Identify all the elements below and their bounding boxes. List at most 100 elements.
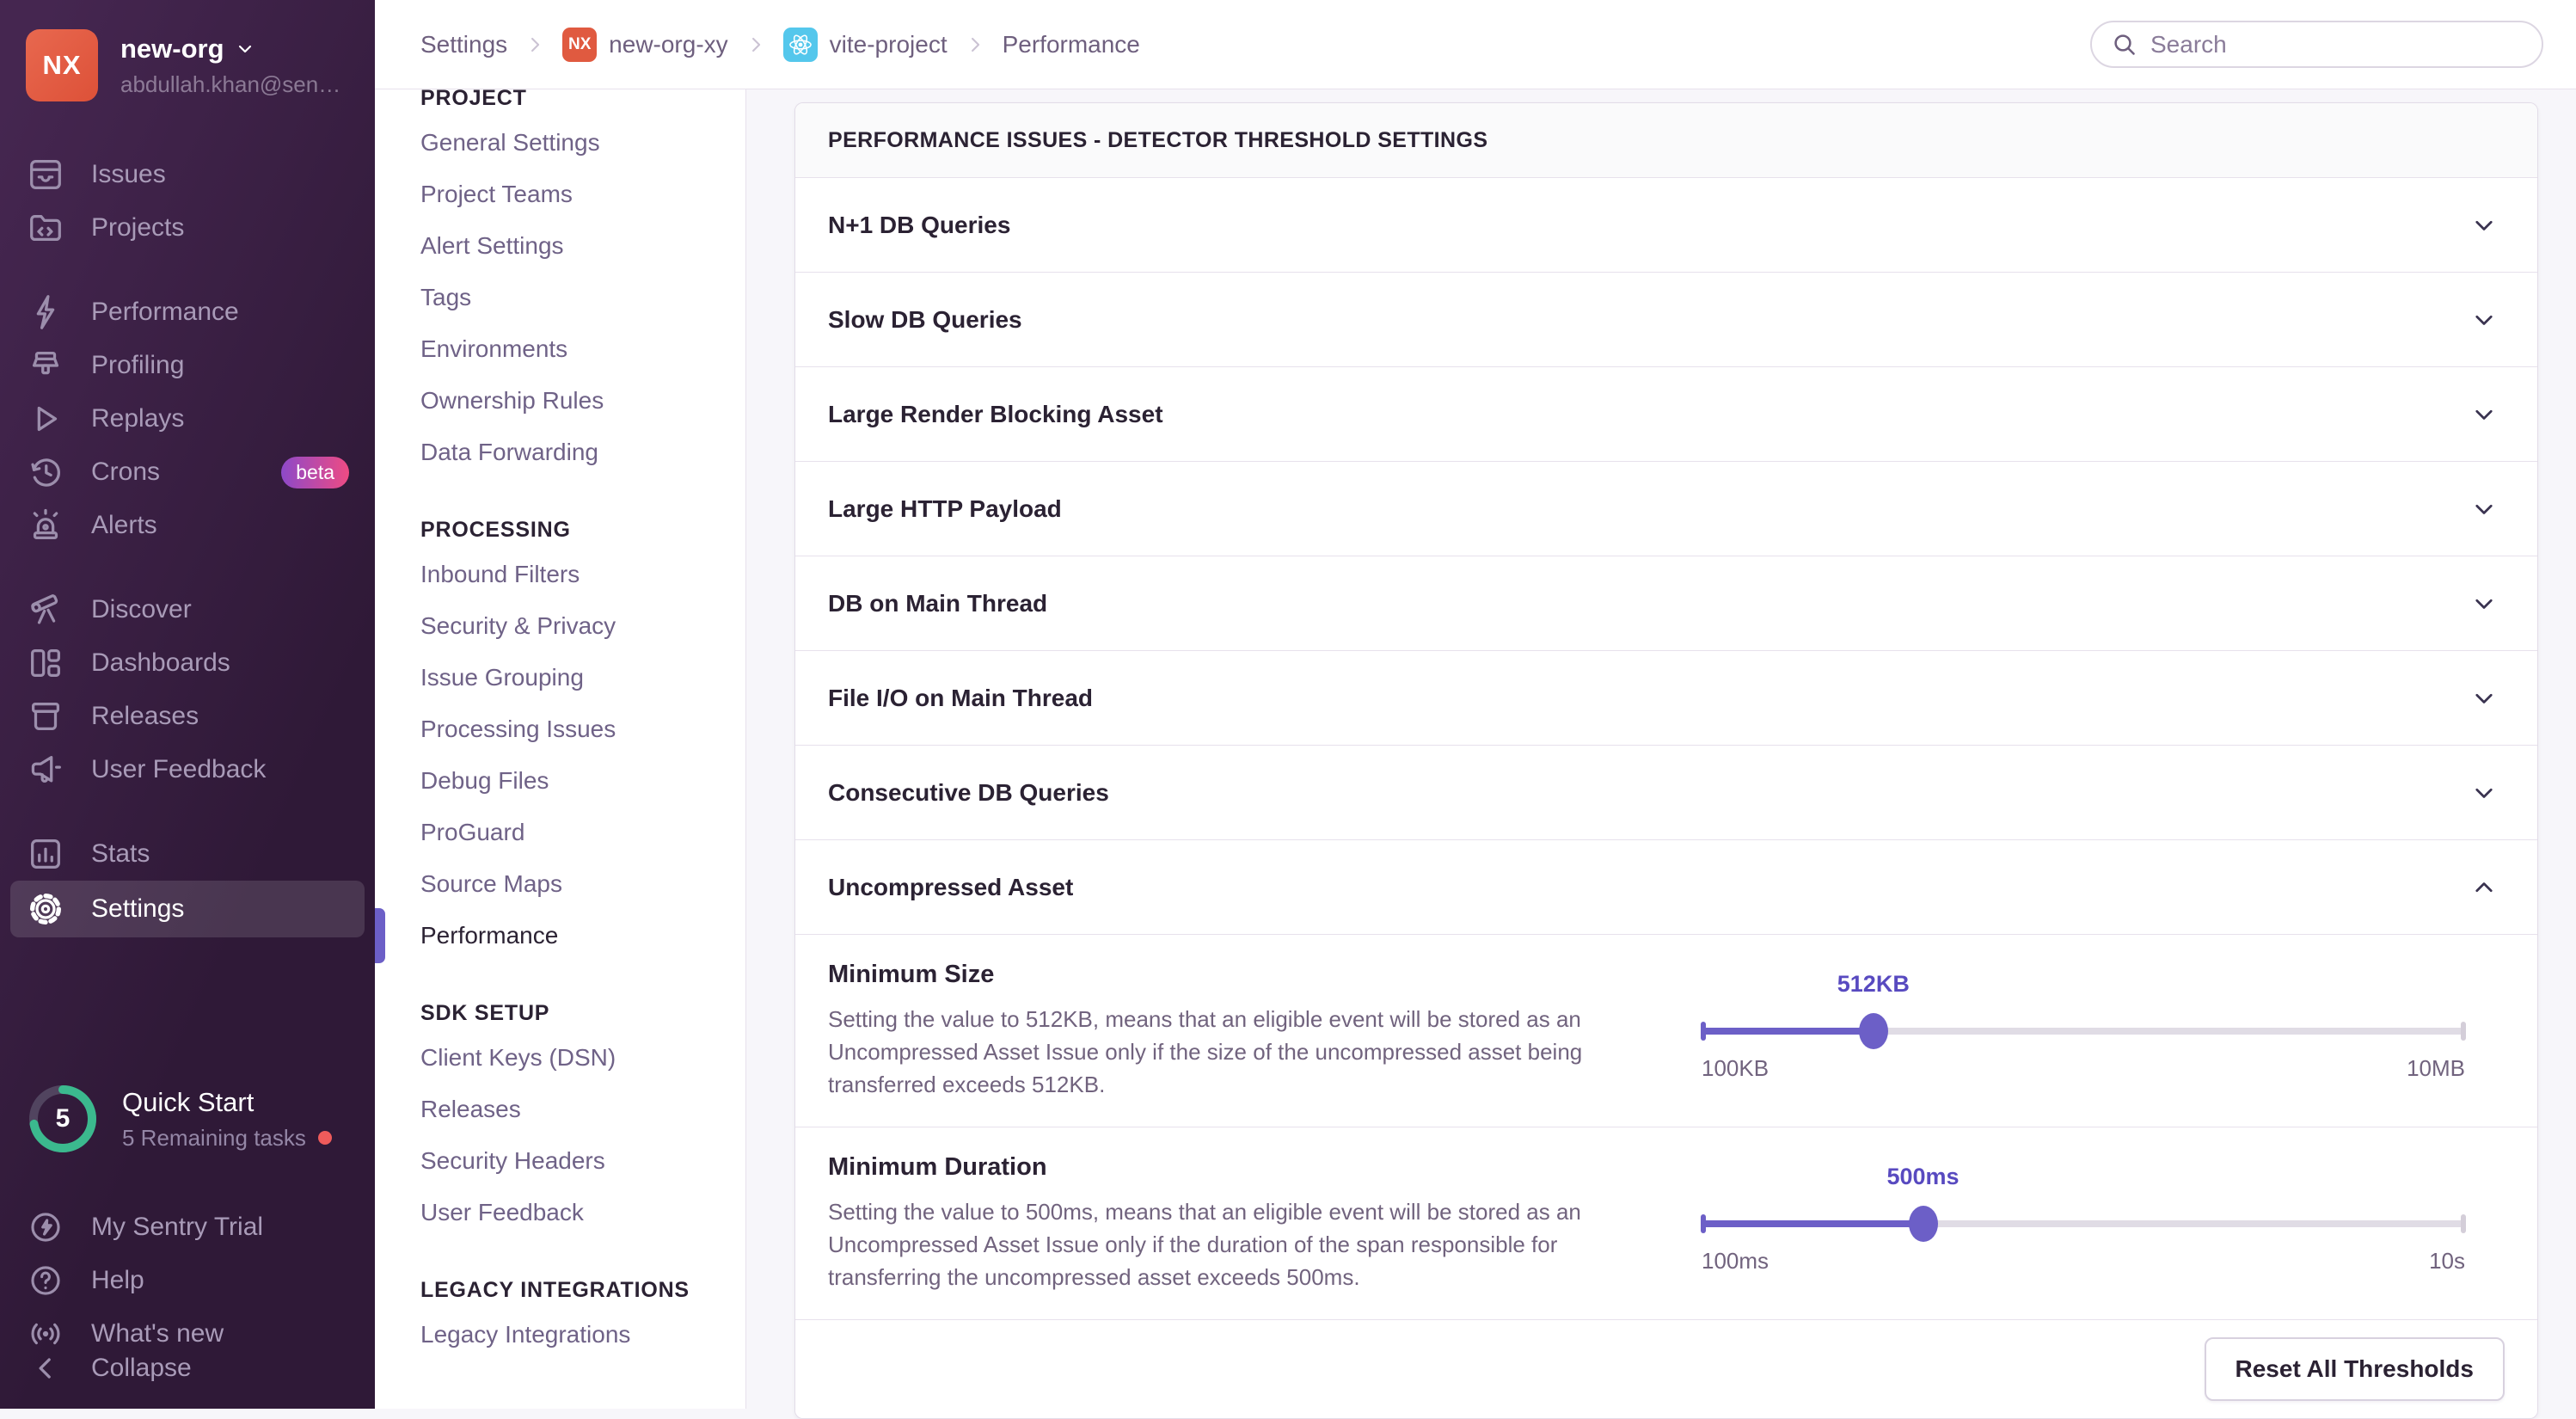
- slider-value-label: 512KB: [1837, 971, 1910, 998]
- detector-label: DB on Main Thread: [828, 590, 1047, 617]
- detector-row-file-io-on-main-thread[interactable]: File I/O on Main Thread: [795, 651, 2537, 746]
- sidebar-item-profiling[interactable]: Profiling: [0, 339, 375, 392]
- slider-min-cap: [1701, 1214, 1706, 1233]
- clock-icon: [26, 452, 65, 492]
- breadcrumb: Settings NX new-org-xy: [420, 28, 1140, 62]
- nav-section-heading: PROCESSING: [420, 511, 745, 549]
- detector-row-consecutive-db-queries[interactable]: Consecutive DB Queries: [795, 746, 2537, 840]
- sidebar-item-discover[interactable]: Discover: [0, 583, 375, 636]
- slider-handle[interactable]: [1909, 1206, 1938, 1242]
- sidebar-item-my-sentry-trial[interactable]: My Sentry Trial: [0, 1201, 375, 1254]
- nav-item-debug-files[interactable]: Debug Files: [420, 755, 745, 807]
- sidebar-item-label: Alerts: [91, 511, 157, 540]
- detector-row-large-http-payload[interactable]: Large HTTP Payload: [795, 462, 2537, 556]
- sidebar-item-label: Profiling: [91, 351, 184, 380]
- sidebar-group-footer: My Sentry Trial Help What's new: [0, 1201, 375, 1361]
- nav-item-issue-grouping[interactable]: Issue Grouping: [420, 652, 745, 703]
- nav-section-heading: PROJECT: [420, 89, 745, 117]
- gear-icon: [26, 889, 65, 929]
- sidebar-item-alerts[interactable]: Alerts: [0, 499, 375, 552]
- detector-row-n-plus-one-db-queries[interactable]: N+1 DB Queries: [795, 178, 2537, 273]
- global-search[interactable]: [2090, 21, 2543, 68]
- nav-item-processing-issues[interactable]: Processing Issues: [420, 703, 745, 755]
- sidebar-item-label: Replays: [91, 404, 184, 433]
- breadcrumb-label: vite-project: [830, 31, 948, 58]
- slider-max-cap: [2461, 1214, 2466, 1233]
- detector-row-large-render-blocking-asset[interactable]: Large Render Blocking Asset: [795, 367, 2537, 462]
- notification-dot: [318, 1131, 332, 1145]
- nav-section-heading: LEGACY INTEGRATIONS: [420, 1271, 745, 1309]
- nav-item-project-teams[interactable]: Project Teams: [420, 169, 745, 220]
- nav-item-inbound-filters[interactable]: Inbound Filters: [420, 549, 745, 600]
- sidebar-item-label: Dashboards: [91, 648, 230, 678]
- org-name: new-org: [120, 34, 224, 64]
- nav-item-proguard[interactable]: ProGuard: [420, 807, 745, 858]
- sidebar-item-issues[interactable]: Issues: [0, 148, 375, 201]
- detector-row-uncompressed-asset[interactable]: Uncompressed Asset: [795, 840, 2537, 935]
- slider-track[interactable]: [1702, 1028, 2465, 1035]
- nav-item-legacy-integrations[interactable]: Legacy Integrations: [420, 1309, 745, 1361]
- nav-item-environments[interactable]: Environments: [420, 323, 745, 375]
- detector-row-slow-db-queries[interactable]: Slow DB Queries: [795, 273, 2537, 367]
- active-indicator: [375, 908, 385, 963]
- quick-start[interactable]: 5 Quick Start 5 Remaining tasks: [0, 1082, 375, 1156]
- chevron-up-icon: [2469, 872, 2499, 903]
- breadcrumb-settings[interactable]: Settings: [420, 31, 507, 58]
- nav-item-ownership-rules[interactable]: Ownership Rules: [420, 375, 745, 427]
- nav-item-tags[interactable]: Tags: [420, 272, 745, 323]
- minimum-size-slider: 512KB 100KB 10MB: [1702, 961, 2465, 1101]
- sidebar-item-replays[interactable]: Replays: [0, 392, 375, 445]
- slider-handle[interactable]: [1859, 1013, 1888, 1049]
- breadcrumb-org[interactable]: NX new-org-xy: [562, 28, 727, 62]
- nav-item-security-headers[interactable]: Security Headers: [420, 1135, 745, 1187]
- sidebar-item-performance[interactable]: Performance: [0, 286, 375, 339]
- search-icon: [2111, 31, 2138, 58]
- org-switcher[interactable]: NX new-org abdullah.khan@sen…: [0, 0, 375, 110]
- setting-description: Setting the value to 500ms, means that a…: [828, 1195, 1606, 1293]
- nav-item-data-forwarding[interactable]: Data Forwarding: [420, 427, 745, 478]
- breadcrumb-performance: Performance: [1003, 31, 1140, 58]
- collapse-button[interactable]: Collapse: [0, 1342, 375, 1395]
- reset-all-thresholds-button[interactable]: Reset All Thresholds: [2205, 1337, 2505, 1401]
- chevron-right-icon: [744, 33, 768, 57]
- sidebar-group-issues: Issues Projects: [0, 148, 375, 255]
- sidebar-item-user-feedback[interactable]: User Feedback: [0, 743, 375, 796]
- sidebar-item-stats[interactable]: Stats: [0, 827, 375, 881]
- slider-max-cap: [2461, 1022, 2466, 1041]
- slider-min-label: 100ms: [1702, 1248, 1769, 1275]
- slider-track[interactable]: [1702, 1220, 2465, 1227]
- nav-item-label: Performance: [420, 922, 558, 949]
- sidebar-item-projects[interactable]: Projects: [0, 201, 375, 255]
- setting-label: Minimum Duration: [828, 1153, 1650, 1182]
- sidebar-item-settings[interactable]: Settings: [10, 881, 365, 937]
- nav-item-alert-settings[interactable]: Alert Settings: [420, 220, 745, 272]
- nav-item-user-feedback[interactable]: User Feedback: [420, 1187, 745, 1238]
- telescope-icon: [26, 590, 65, 630]
- profiling-icon: [26, 346, 65, 385]
- detector-row-db-on-main-thread[interactable]: DB on Main Thread: [795, 556, 2537, 651]
- sidebar-group-performance: Performance Profiling Replays Crons b: [0, 286, 375, 552]
- detector-label: Uncompressed Asset: [828, 874, 1073, 901]
- nav-item-source-maps[interactable]: Source Maps: [420, 858, 745, 910]
- primary-sidebar: NX new-org abdullah.khan@sen… Issues: [0, 0, 375, 1409]
- quick-start-progress-ring: 5: [26, 1082, 100, 1156]
- collapse-label: Collapse: [91, 1354, 192, 1383]
- detector-label: Large Render Blocking Asset: [828, 401, 1163, 428]
- breadcrumb-project[interactable]: vite-project: [783, 28, 948, 62]
- nav-item-general-settings[interactable]: General Settings: [420, 117, 745, 169]
- sidebar-item-dashboards[interactable]: Dashboards: [0, 636, 375, 690]
- nav-item-client-keys[interactable]: Client Keys (DSN): [420, 1032, 745, 1084]
- sidebar-item-label: Stats: [91, 839, 150, 869]
- sidebar-item-help[interactable]: Help: [0, 1254, 375, 1307]
- panel-footer: Reset All Thresholds: [795, 1320, 2537, 1418]
- thresholds-panel: PERFORMANCE ISSUES - DETECTOR THRESHOLD …: [794, 102, 2538, 1419]
- sidebar-item-releases[interactable]: Releases: [0, 690, 375, 743]
- nav-item-performance[interactable]: Performance: [420, 910, 745, 961]
- sidebar-item-crons[interactable]: Crons beta: [0, 445, 375, 499]
- nav-item-releases[interactable]: Releases: [420, 1084, 745, 1135]
- search-input[interactable]: [2150, 31, 2533, 58]
- chevron-down-icon: [235, 39, 255, 59]
- sidebar-item-label: Settings: [91, 894, 184, 924]
- nav-item-security-privacy[interactable]: Security & Privacy: [420, 600, 745, 652]
- chevron-down-icon: [2469, 588, 2499, 619]
